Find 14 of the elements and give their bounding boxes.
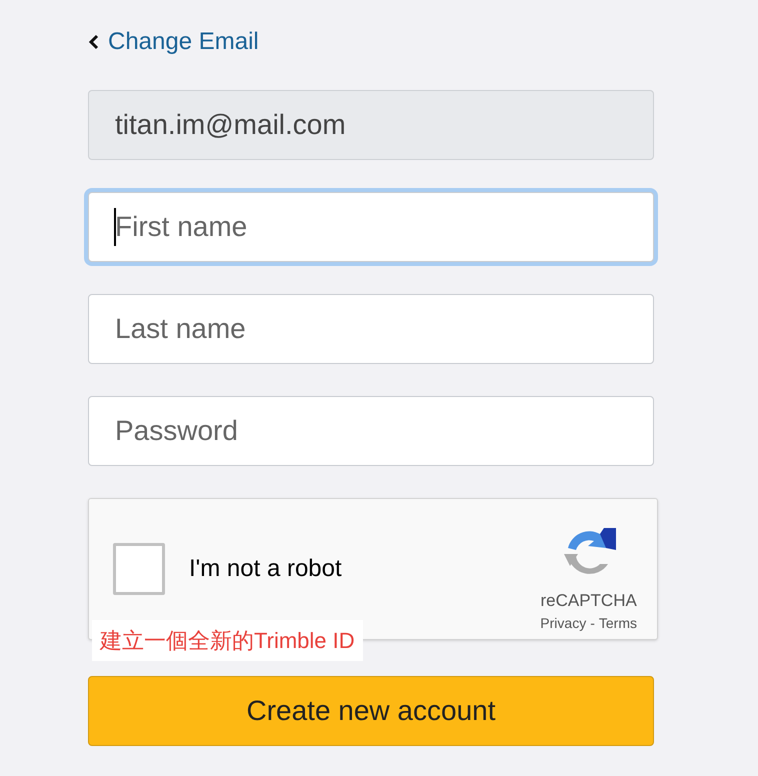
annotation-label: 建立一個全新的Trimble ID (92, 620, 363, 661)
input-field[interactable]: Password (88, 396, 654, 466)
create-account-button[interactable]: Create new account (88, 676, 654, 746)
link-separator: - (590, 614, 595, 634)
recaptcha-brand: reCAPTCHA (540, 590, 637, 612)
text-cursor (114, 208, 116, 246)
terms-link[interactable]: Terms (598, 613, 637, 634)
chevron-left-icon (88, 34, 100, 50)
privacy-link[interactable]: Privacy (540, 613, 586, 634)
input-field[interactable]: Last name (88, 294, 654, 364)
captcha-label: I'm not a robot (189, 554, 342, 584)
change-email-link[interactable]: Change Email (88, 26, 259, 58)
input-field[interactable]: First name (88, 192, 654, 262)
captcha-checkbox[interactable] (113, 543, 165, 595)
